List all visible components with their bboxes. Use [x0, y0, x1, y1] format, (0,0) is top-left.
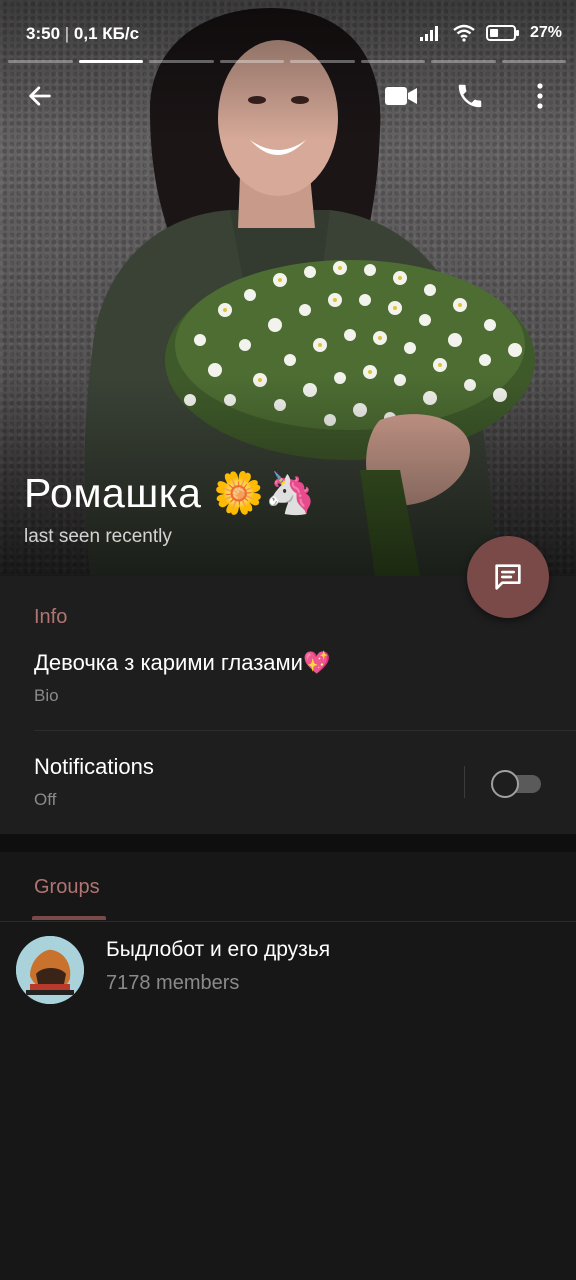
tab-indicator: [32, 916, 106, 920]
groups-tab[interactable]: Groups: [34, 876, 100, 899]
video-camera-icon: [385, 87, 417, 105]
send-message-button[interactable]: [467, 536, 549, 618]
notifications-state: Off: [34, 790, 57, 809]
group-member-count: 7178 members: [106, 972, 240, 994]
more-options-button[interactable]: [514, 70, 566, 122]
story-segment: [290, 60, 355, 63]
arrow-left-icon: [29, 86, 51, 106]
info-section-title: Info: [34, 606, 68, 628]
story-segment: [360, 60, 425, 63]
story-segment: [149, 60, 214, 63]
last-seen-status: last seen recently: [24, 526, 172, 547]
network-speed: 0,1 КБ/с: [73, 24, 140, 43]
story-segment-active: [78, 60, 143, 63]
bio-label: Bio: [34, 686, 59, 705]
story-segment: [431, 60, 496, 63]
story-segment: [219, 60, 284, 63]
divider: [34, 730, 576, 731]
story-segment: [8, 60, 73, 63]
battery-icon: [485, 25, 519, 41]
group-list-item[interactable]: Быдлобот и его друзья 7178 members: [0, 922, 576, 1012]
signal-icon: [419, 26, 438, 41]
section-gap: [0, 834, 576, 852]
wifi-icon: [453, 24, 475, 42]
battery-percent: 27%: [529, 24, 562, 41]
group-name: Быдлобот и его друзья: [106, 938, 331, 961]
status-time: 3:50 | 0,1 КБ/с: [26, 24, 140, 43]
story-progress: [8, 60, 566, 64]
message-icon: [495, 564, 521, 590]
voice-call-button[interactable]: [444, 70, 496, 122]
status-bar: 3:50 | 0,1 КБ/с 27%: [0, 0, 576, 60]
story-segment: [501, 60, 566, 63]
group-avatar: [16, 936, 84, 1004]
info-section: Info Девочка з карими глазами💖 Bio Notif…: [0, 576, 576, 834]
more-vertical-icon: [537, 83, 543, 109]
video-call-button[interactable]: [375, 70, 427, 122]
phone-icon: [458, 84, 482, 108]
notifications-toggle[interactable]: [491, 770, 541, 798]
back-button[interactable]: [14, 70, 66, 122]
profile-name: Ромашка 🌼🦄: [24, 470, 317, 516]
toolbar: [0, 70, 576, 122]
groups-section: Groups Быдлобот и его друзья 7178 member…: [0, 852, 576, 1280]
notifications-title: Notifications: [34, 754, 154, 779]
vertical-separator: [464, 766, 465, 798]
bio-text: Девочка з карими глазами💖: [34, 650, 331, 675]
